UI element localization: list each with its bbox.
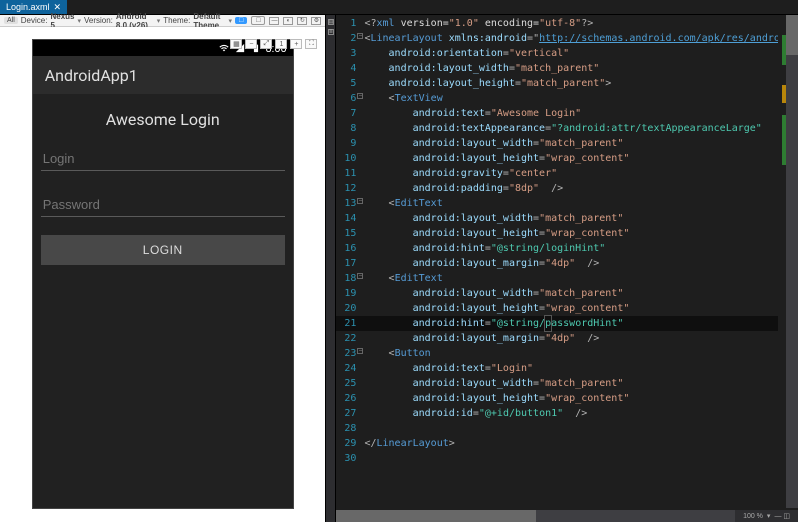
code-line[interactable]: 17 android:layout_margin="4dp" /> — [336, 256, 798, 271]
orientation-icon[interactable]: — — [269, 17, 279, 25]
code-line[interactable]: 28 — [336, 421, 798, 436]
login-button[interactable]: LOGIN — [41, 235, 285, 265]
fold-icon[interactable]: − — [357, 273, 363, 279]
chevron-down-icon[interactable]: ▾ — [77, 17, 81, 25]
version-label: Version: — [84, 16, 113, 25]
designer-pane: All Device: Nexus 5 ▾ Version: Android 8… — [0, 15, 326, 522]
code-line[interactable]: 6− <TextView — [336, 91, 798, 106]
code-line[interactable]: 7 android:text="Awesome Login" — [336, 106, 798, 121]
designer-canvas[interactable]: ▦ − ⤢ 1 + ⛶ 8:00 AndroidApp1 Awesome — [0, 27, 325, 522]
chevron-down-icon[interactable]: ▾ — [767, 512, 771, 520]
zoom-fit-icon[interactable]: ⤢ — [260, 39, 272, 49]
main-split: All Device: Nexus 5 ▾ Version: Android 8… — [0, 15, 798, 522]
wifi-icon — [218, 43, 230, 53]
editor-margin-toolbar: ▤ ≣ — [326, 15, 336, 522]
login-field[interactable] — [41, 143, 285, 171]
document-outline-icon[interactable]: ≣ — [328, 29, 334, 35]
status-spacer: — ◫ — [774, 512, 790, 520]
zoom-in-icon[interactable]: + — [290, 39, 302, 49]
code-line[interactable]: 12 android:padding="8dp" /> — [336, 181, 798, 196]
change-marker-bar — [778, 15, 786, 508]
chevron-down-icon[interactable]: ▾ — [157, 17, 161, 25]
code-line[interactable]: 15 android:layout_height="wrap_content" — [336, 226, 798, 241]
heading-text: Awesome Login — [39, 102, 287, 137]
code-line[interactable]: 8 android:textAppearance="?android:attr/… — [336, 121, 798, 136]
theme-label: Theme: — [163, 16, 190, 25]
settings-icon[interactable]: ⚙ — [311, 17, 321, 25]
toolbox-icon[interactable]: ▤ — [328, 19, 334, 25]
zoom-actual-icon[interactable]: 1 — [275, 39, 287, 49]
canvas-zoom-toolbar: ▦ − ⤢ 1 + ⛶ — [230, 39, 317, 49]
designer-toolbar: All Device: Nexus 5 ▾ Version: Android 8… — [0, 15, 325, 27]
code-line[interactable]: 5 android:layout_height="match_parent"> — [336, 76, 798, 91]
code-line[interactable]: 3 android:orientation="vertical" — [336, 46, 798, 61]
code-line[interactable]: 1<?xml version="1.0" encoding="utf-8"?> — [336, 16, 798, 31]
vertical-scrollbar[interactable] — [786, 15, 798, 508]
code-line[interactable]: 25 android:layout_width="match_parent" — [336, 376, 798, 391]
code-line[interactable]: 4 android:layout_width="match_parent" — [336, 61, 798, 76]
code-line[interactable]: 24 android:text="Login" — [336, 361, 798, 376]
refresh-icon[interactable]: ↻ — [297, 17, 307, 25]
code-line[interactable]: 22 android:layout_margin="4dp" /> — [336, 331, 798, 346]
code-line[interactable]: 26 android:layout_height="wrap_content" — [336, 391, 798, 406]
code-line[interactable]: 9 android:layout_width="match_parent" — [336, 136, 798, 151]
app-bar: AndroidApp1 — [33, 56, 293, 94]
zoom-level[interactable]: 100 % — [743, 513, 763, 520]
code-line[interactable]: 14 android:layout_width="match_parent" — [336, 211, 798, 226]
fold-icon[interactable]: − — [357, 198, 363, 204]
xml-editor[interactable]: 1<?xml version="1.0" encoding="utf-8"?>2… — [336, 15, 798, 522]
code-line[interactable]: 11 android:gravity="center" — [336, 166, 798, 181]
code-line[interactable]: 10 android:layout_height="wrap_content" — [336, 151, 798, 166]
app-title: AndroidApp1 — [45, 66, 138, 85]
fold-icon[interactable]: − — [357, 33, 363, 39]
code-line[interactable]: 29</LinearLayout> — [336, 436, 798, 451]
theme-toggle-icon[interactable]: ◐ — [283, 17, 293, 25]
code-line[interactable]: 19 android:layout_width="match_parent" — [336, 286, 798, 301]
horizontal-scrollbar[interactable] — [336, 510, 786, 522]
tab-label: Login.axml — [6, 2, 50, 12]
code-line[interactable]: 23− <Button — [336, 346, 798, 361]
zoom-out-icon[interactable]: − — [245, 39, 257, 49]
code-pane: ▤ ≣ 1<?xml version="1.0" encoding="utf-8… — [326, 15, 798, 522]
code-line[interactable]: 13− <EditText — [336, 196, 798, 211]
code-line[interactable]: 16 android:hint="@string/loginHint" — [336, 241, 798, 256]
code-line[interactable]: 21 android:hint="@string/passwordHint" — [336, 316, 798, 331]
mode-source-pill[interactable]: □ — [251, 16, 265, 25]
mode-design-pill[interactable]: □ — [235, 17, 247, 24]
layout-bounds-icon[interactable]: ▦ — [230, 39, 242, 49]
fold-icon[interactable]: − — [357, 93, 363, 99]
code-line[interactable]: 30 — [336, 451, 798, 466]
code-line[interactable]: 20 android:layout_height="wrap_content" — [336, 301, 798, 316]
device-label: Device: — [21, 16, 48, 25]
toolbar-all-tag[interactable]: All — [4, 17, 18, 24]
code-line[interactable]: 2−<LinearLayout xmlns:android="http://sc… — [336, 31, 798, 46]
code-line[interactable]: 18− <EditText — [336, 271, 798, 286]
phone-body: Awesome Login LOGIN — [33, 94, 293, 508]
fold-icon[interactable]: − — [357, 348, 363, 354]
phone-preview: 8:00 AndroidApp1 Awesome Login LOGIN — [32, 39, 294, 509]
code-line[interactable]: 27 android:id="@+id/button1" /> — [336, 406, 798, 421]
password-field[interactable] — [41, 189, 285, 217]
editor-status-line: 100 % ▾ — ◫ — [735, 510, 798, 522]
chevron-down-icon[interactable]: ▾ — [228, 17, 232, 25]
fullscreen-icon[interactable]: ⛶ — [305, 39, 317, 49]
